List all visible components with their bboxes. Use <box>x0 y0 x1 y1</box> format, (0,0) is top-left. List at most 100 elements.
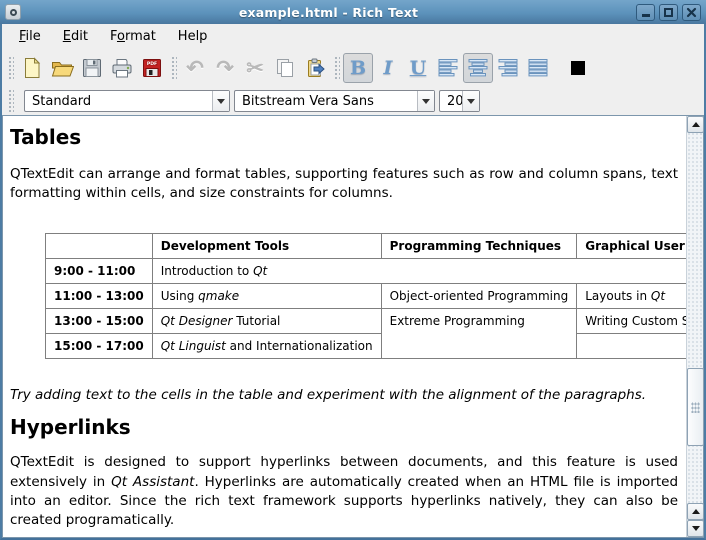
table-cell: Extreme Programming <box>380 308 578 360</box>
paste-button[interactable] <box>300 53 330 83</box>
titlebar[interactable]: example.html - Rich Text <box>0 0 706 24</box>
text-color-swatch <box>571 61 585 75</box>
table-cell: Qt Linguist and Internationalization <box>151 333 382 360</box>
italic-button[interactable]: I <box>373 53 403 83</box>
arrow-up-icon <box>691 509 700 514</box>
scroll-up-button-bottom[interactable] <box>687 503 705 520</box>
format-toolbar: Standard Bitstream Vera Sans 20 <box>2 87 704 115</box>
table-cell: Writing Custom Styles <box>576 308 687 335</box>
arrow-up-icon <box>691 122 700 127</box>
dropdown-arrow-icon[interactable] <box>417 91 434 111</box>
scrollbar-thumb[interactable] <box>687 368 705 446</box>
table-cell: Qt Designer Tutorial <box>151 308 382 335</box>
open-file-button[interactable] <box>47 53 77 83</box>
italic-icon: I <box>383 56 393 79</box>
toolbar-drag-handle[interactable] <box>7 88 14 114</box>
close-icon <box>686 7 697 17</box>
paragraph-style-combobox[interactable]: Standard <box>24 90 230 112</box>
new-document-button[interactable] <box>17 53 47 83</box>
window-title: example.html - Rich Text <box>238 4 419 20</box>
font-family-value: Bitstream Vera Sans <box>242 93 374 109</box>
dropdown-arrow-icon[interactable] <box>462 91 479 111</box>
bold-icon: B <box>349 56 367 79</box>
paragraph-style-value: Standard <box>32 93 92 109</box>
app-icon <box>9 8 17 16</box>
table-header-row: Development Tools Programming Techniques… <box>45 233 687 260</box>
align-justify-icon <box>528 59 548 77</box>
export-pdf-button[interactable]: PDF <box>137 53 167 83</box>
arrow-down-icon <box>691 526 700 531</box>
schedule-table: Development Tools Programming Techniques… <box>45 233 687 360</box>
new-document-icon <box>25 57 41 78</box>
header-cell-programming-techniques: Programming Techniques <box>380 233 578 260</box>
underline-icon: U <box>409 56 427 79</box>
note-paragraph: Try adding text to the cells in the tabl… <box>10 387 647 404</box>
table-cell-empty <box>576 333 687 360</box>
table-row: 15:00 - 17:00 Qt Linguist and Internatio… <box>45 333 687 360</box>
scrollbar-grip-icon <box>691 401 701 413</box>
table-cell: Layouts in Qt <box>576 283 687 310</box>
align-center-button[interactable] <box>463 53 493 83</box>
toolbar-drag-handle[interactable] <box>333 55 340 81</box>
menu-edit[interactable]: Edit <box>52 26 99 47</box>
align-center-icon <box>468 59 488 77</box>
toolbar-drag-handle[interactable] <box>170 55 177 81</box>
scroll-up-button[interactable] <box>687 116 705 133</box>
intro-cell: Introduction to Qt <box>151 258 687 285</box>
window-controls <box>636 3 701 21</box>
bold-button[interactable]: B <box>343 53 373 83</box>
table-row: 9:00 - 11:00 Introduction to Qt <box>45 258 687 285</box>
toolbar-drag-handle[interactable] <box>7 55 14 81</box>
align-right-icon <box>498 59 518 77</box>
table-row: 13:00 - 15:00 Qt Designer Tutorial Extre… <box>45 308 687 360</box>
menu-help[interactable]: Help <box>167 26 219 47</box>
time-cell: 15:00 - 17:00 <box>45 333 153 360</box>
underline-button[interactable]: U <box>403 53 433 83</box>
maximize-button[interactable] <box>659 3 678 21</box>
app-window: example.html - Rich Text File Edit Forma… <box>0 0 706 540</box>
minimize-button[interactable] <box>636 3 655 21</box>
redo-button[interactable]: ↷ <box>210 53 240 83</box>
minimize-icon <box>641 14 650 17</box>
save-floppy-icon <box>83 59 101 77</box>
hyperlinks-paragraph: QTextEdit is designed to support hyperli… <box>10 454 679 528</box>
open-folder-icon <box>51 62 74 77</box>
printer-icon <box>112 59 132 78</box>
copy-button[interactable] <box>270 53 300 83</box>
dropdown-arrow-icon[interactable] <box>212 91 229 111</box>
print-button[interactable] <box>107 53 137 83</box>
save-button[interactable] <box>77 53 107 83</box>
header-cell-empty <box>45 233 153 260</box>
align-left-icon <box>438 59 458 77</box>
align-justify-button[interactable] <box>523 53 553 83</box>
main-toolbar: PDF ↶ ↷ ✂ B I U <box>2 49 704 87</box>
undo-button[interactable]: ↶ <box>180 53 210 83</box>
close-button[interactable] <box>682 3 701 21</box>
menu-format[interactable]: Format <box>99 26 167 47</box>
menubar: File Edit Format Help <box>2 24 704 49</box>
cut-icon: ✂ <box>246 56 264 80</box>
document-frame: Tables QTextEdit can arrange and format … <box>2 115 705 538</box>
menu-file[interactable]: File <box>8 26 52 47</box>
maximize-icon <box>664 7 673 17</box>
redo-icon: ↷ <box>216 56 234 80</box>
rich-text-editor[interactable]: Tables QTextEdit can arrange and format … <box>3 116 687 537</box>
align-left-button[interactable] <box>433 53 463 83</box>
table-row: 11:00 - 13:00 Using qmake Object-oriente… <box>45 283 687 310</box>
app-menu-button[interactable] <box>5 4 21 20</box>
header-cell-development-tools: Development Tools <box>151 233 382 260</box>
text-color-button[interactable] <box>563 53 593 83</box>
heading-tables: Tables <box>10 125 82 149</box>
cut-button[interactable]: ✂ <box>240 53 270 83</box>
svg-text:PDF: PDF <box>147 61 157 67</box>
vertical-scrollbar[interactable] <box>686 116 705 537</box>
scroll-down-button[interactable] <box>687 520 705 537</box>
align-right-button[interactable] <box>493 53 523 83</box>
font-size-combobox[interactable]: 20 <box>439 90 480 112</box>
table-cell: Object-oriented Programming <box>380 283 578 310</box>
paste-icon <box>308 58 325 77</box>
table-cell: Using qmake <box>151 283 382 310</box>
font-family-combobox[interactable]: Bitstream Vera Sans <box>234 90 435 112</box>
export-pdf-icon: PDF <box>143 59 161 77</box>
font-size-value: 20 <box>447 93 462 109</box>
